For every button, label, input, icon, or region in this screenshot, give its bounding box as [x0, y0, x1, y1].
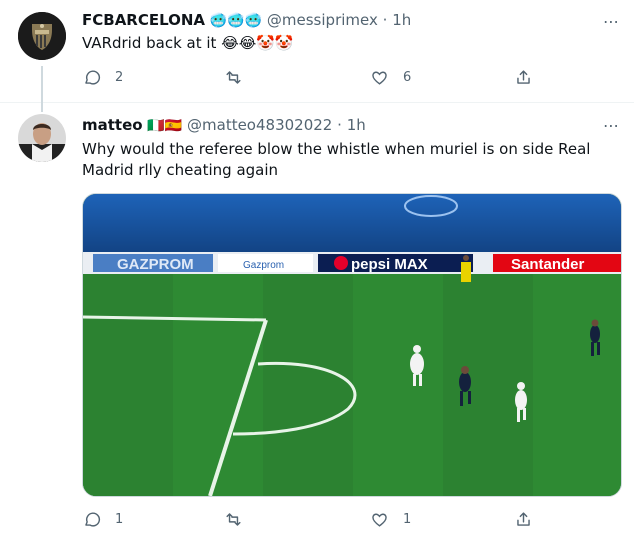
name-emoji: 🇮🇹🇪🇸 — [147, 118, 183, 134]
display-name[interactable]: matteo — [82, 116, 143, 134]
timestamp[interactable]: 1h — [347, 116, 366, 134]
share-icon — [517, 512, 530, 526]
ad-board-santander: Santander — [511, 256, 585, 273]
tweet-text: Why would the referee blow the whistle w… — [82, 140, 591, 179]
like-button[interactable]: 1 — [370, 510, 411, 529]
football-pitch-image: GAZPROM Gazprom pepsi MAX Santander — [83, 194, 621, 496]
avatar-matteo[interactable] — [18, 114, 66, 162]
ad-board-gazprom-small: Gazprom — [243, 260, 284, 271]
retweet-button[interactable] — [224, 510, 257, 529]
ad-board-gazprom: GAZPROM — [117, 256, 194, 273]
like-icon — [372, 513, 387, 527]
separator-dot: · — [337, 116, 342, 134]
like-count: 1 — [403, 512, 412, 527]
tweet-actions: 1 1 — [82, 510, 542, 530]
retweet-icon — [226, 513, 241, 526]
reply-count: 1 — [115, 512, 124, 527]
tweet-header: matteo 🇮🇹🇪🇸 @matteo48302022 · 1h — [82, 115, 366, 136]
more-icon[interactable]: ⋯ — [603, 116, 620, 135]
share-button[interactable] — [514, 510, 533, 529]
reply-icon — [85, 512, 101, 527]
user-photo-icon — [18, 114, 66, 162]
reply-button[interactable]: 1 — [82, 510, 123, 529]
tweet-media-image[interactable]: GAZPROM Gazprom pepsi MAX Santander — [82, 193, 622, 497]
tweet-2[interactable]: matteo 🇮🇹🇪🇸 @matteo48302022 · 1h ⋯ Why w… — [0, 0, 634, 527]
user-handle[interactable]: @matteo48302022 — [187, 116, 332, 134]
ad-board-pepsi: pepsi MAX — [351, 256, 428, 273]
